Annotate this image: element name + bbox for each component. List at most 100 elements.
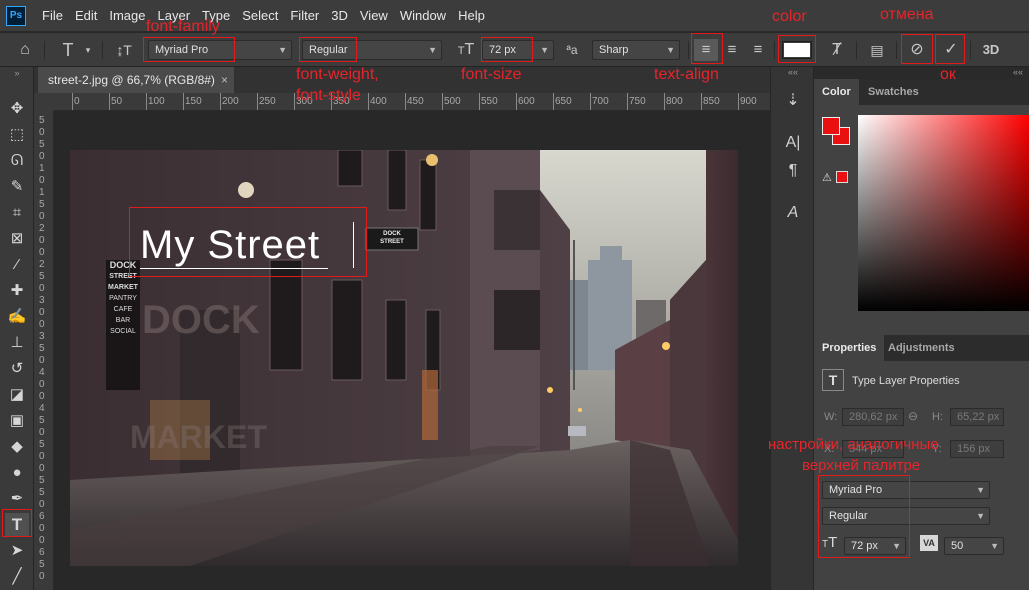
dodge-tool-icon[interactable]: ● [5, 461, 29, 485]
ruler-top-tick [72, 93, 73, 110]
annotation-panel-settings-1: настройки, аналогичные [768, 436, 939, 453]
menu-item-filter[interactable]: Filter [284, 0, 325, 32]
ruler-left-label: 1 [39, 187, 45, 198]
history-brush-icon[interactable]: ↺ [5, 357, 29, 381]
ruler-left-label: 0 [39, 523, 45, 534]
small-sign-line: PANTRY [109, 295, 137, 302]
annotation-box-font-size [481, 37, 533, 62]
type-tool-preset-icon[interactable]: T [56, 33, 80, 67]
menu-item-file[interactable]: File [36, 0, 69, 32]
ruler-left-label: 1 [39, 163, 45, 174]
document-tab[interactable]: street-2.jpg @ 66,7% (RGB/8#) × [38, 67, 234, 93]
eyedropper-icon[interactable]: ⁄ [5, 253, 29, 277]
menu-item-edit[interactable]: Edit [69, 0, 103, 32]
link-icon[interactable]: ⊖ [908, 409, 918, 423]
healing-brush-icon[interactable]: ✚ [5, 279, 29, 303]
antialias-select[interactable]: Sharp ▼ [592, 40, 680, 60]
home-icon[interactable]: ⌂ [12, 33, 38, 67]
annotation-text-align: text-align [654, 66, 719, 83]
color-picker-field[interactable] [858, 115, 1029, 311]
small-sign-line: CAFE [113, 306, 133, 313]
blur-tool-icon[interactable]: ◆ [5, 435, 29, 459]
h-label: H: [932, 411, 943, 423]
tracking-select[interactable]: 50 ▼ [944, 537, 1004, 555]
ruler-top-tick [405, 93, 406, 110]
ruler-top-label: 650 [555, 96, 572, 107]
menu-item-help[interactable]: Help [452, 0, 491, 32]
history-panel-icon[interactable]: ⇣ [781, 89, 805, 113]
ruler-top-label: 600 [518, 96, 535, 107]
ruler-top-tick [738, 93, 739, 110]
ruler-left-label: 0 [39, 571, 45, 582]
brush-tool-icon[interactable]: ✍ [5, 305, 29, 329]
path-selection-icon[interactable]: ➤ [5, 539, 29, 563]
glyphs-panel-icon[interactable]: A [781, 201, 805, 225]
ruler-left-label: 4 [39, 367, 45, 378]
lasso-tool-icon[interactable]: ᘏ [5, 149, 29, 173]
ruler-left-label: 2 [39, 223, 45, 234]
align-right-icon[interactable]: ≡ [746, 33, 770, 67]
gamut-color-swatch[interactable] [836, 171, 848, 183]
menu-item-view[interactable]: View [354, 0, 394, 32]
ruler-left-label: 0 [39, 211, 45, 222]
right-panel-grip[interactable]: «« [814, 67, 1029, 79]
ruler-left-label: 5 [39, 439, 45, 450]
menu-items: File Edit Image Layer Type Select Filter 3D View… [36, 0, 491, 32]
3d-icon[interactable]: 3D [978, 33, 1004, 67]
ruler-left-label: 5 [39, 115, 45, 126]
frame-tool-icon[interactable]: ⊠ [5, 227, 29, 251]
menu-item-window[interactable]: Window [394, 0, 452, 32]
ruler-left-label: 5 [39, 415, 45, 426]
ruler-left-label: 0 [39, 379, 45, 390]
ruler-top-tick [664, 93, 665, 110]
gradient-tool-icon[interactable]: ▣ [5, 409, 29, 433]
toolbar-grip[interactable]: » [0, 67, 34, 79]
quick-selection-icon[interactable]: ✎ [5, 175, 29, 199]
character-panel-icon[interactable]: ▤ [864, 33, 890, 67]
close-tab-icon[interactable]: × [221, 67, 228, 93]
stamp-tool-icon[interactable]: ⊥ [5, 331, 29, 355]
text-orientation-icon[interactable]: ↨T [112, 33, 136, 67]
w-field[interactable]: 280,62 px [842, 408, 904, 426]
y-field[interactable]: 156 px [950, 440, 1004, 458]
move-tool-icon[interactable]: ✥ [5, 97, 29, 121]
character-panel-icon-mid[interactable]: A| [781, 131, 805, 155]
annotation-font-weight: font-weight, [296, 66, 379, 83]
menu-item-3d[interactable]: 3D [325, 0, 354, 32]
align-center-icon[interactable]: ≡ [720, 33, 744, 67]
ruler-left-label: 6 [39, 511, 45, 522]
warp-text-icon[interactable]: Ⱦ [824, 33, 850, 67]
ruler-top-tick [516, 93, 517, 110]
ruler-top-tick [146, 93, 147, 110]
tab-properties[interactable]: Properties [814, 335, 885, 361]
mid-panel-grip[interactable]: «« [771, 67, 815, 79]
annotation-box-font-family [143, 37, 235, 62]
canvas-area[interactable]: DOCK STREET MARKET PANTRY CAFE BAR SOCIAL D… [54, 111, 770, 590]
ruler-left-label: 5 [39, 199, 45, 210]
ruler-top-label: 700 [592, 96, 609, 107]
gamut-warning-icon[interactable]: ⚠ [822, 171, 832, 184]
line-tool-icon[interactable]: ╱ [5, 565, 29, 589]
properties-tabs: Properties Adjustments [814, 335, 1029, 361]
ruler-top-tick [257, 93, 258, 110]
paragraph-panel-icon[interactable]: ¶ [781, 159, 805, 183]
h-field[interactable]: 65,22 px [950, 408, 1004, 426]
marquee-tool-icon[interactable]: ⬚ [5, 123, 29, 147]
dock-small-sign: DOCK STREET [367, 230, 417, 246]
small-sign-line: BAR [115, 317, 131, 324]
annotation-box-cancel [901, 34, 933, 64]
ruler-top-label: 150 [185, 96, 202, 107]
menu-item-select[interactable]: Select [236, 0, 284, 32]
crop-tool-icon[interactable]: ⌗ [5, 201, 29, 225]
annotation-cancel: отмена [880, 6, 934, 23]
pen-tool-icon[interactable]: ✒ [5, 487, 29, 511]
foreground-color[interactable] [822, 117, 840, 135]
eraser-tool-icon[interactable]: ◪ [5, 383, 29, 407]
preset-chevron-icon[interactable]: ▾ [82, 33, 94, 67]
tab-swatches[interactable]: Swatches [860, 79, 927, 105]
document-tab-title: street-2.jpg @ 66,7% (RGB/8#) [48, 73, 215, 87]
ruler-left-label: 0 [39, 235, 45, 246]
tab-color[interactable]: Color [814, 79, 859, 105]
menu-item-image[interactable]: Image [103, 0, 151, 32]
tab-adjustments[interactable]: Adjustments [880, 335, 963, 361]
